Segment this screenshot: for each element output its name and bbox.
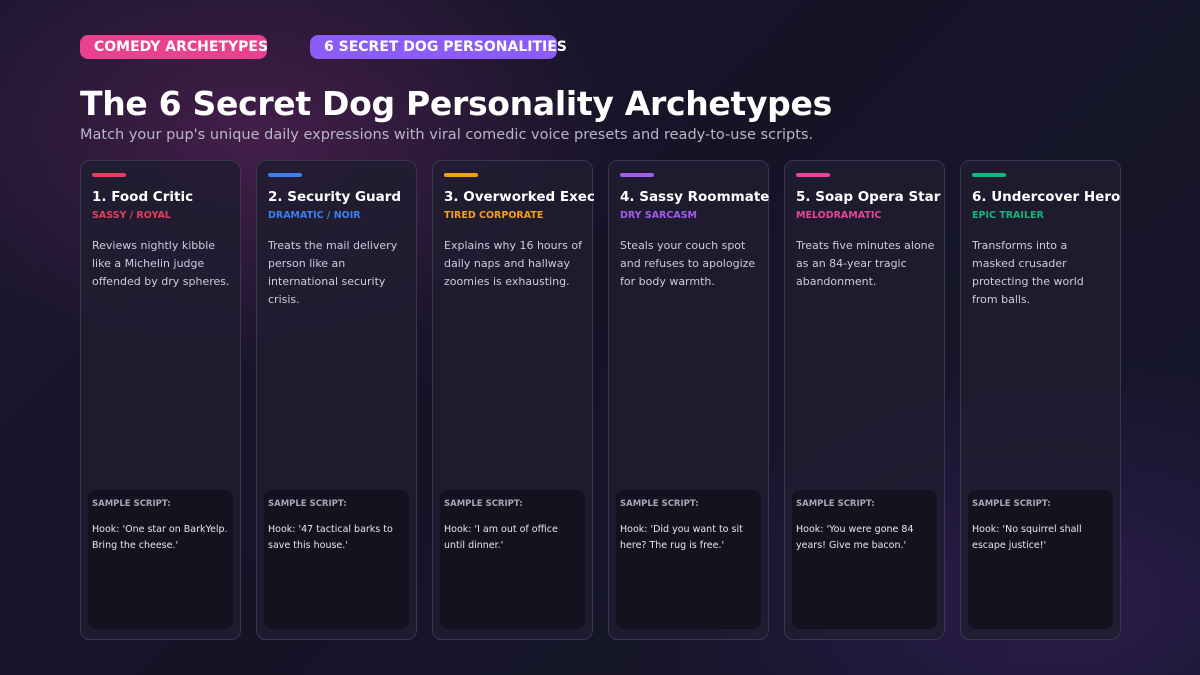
sample-script-text: Hook: 'You were gone 84 years! Give me b… — [796, 524, 914, 551]
archetype-title: 1. Food Critic — [92, 189, 194, 205]
sample-script-text: Hook: 'One star on BarkYelp. Bring the c… — [92, 524, 228, 551]
archetype-tag: DRAMATIC / NOIR — [268, 210, 361, 221]
archetype-tag: EPIC TRAILER — [972, 210, 1044, 221]
archetype-card-security-guard: 2. Security Guard DRAMATIC / NOIR Treats… — [256, 160, 417, 640]
sample-script-text: Hook: 'I am out of office until dinner.' — [444, 524, 558, 551]
accent-bar — [972, 173, 1006, 177]
archetype-title: 3. Overworked Exec — [444, 189, 595, 205]
sample-script-label: SAMPLE SCRIPT: — [796, 499, 875, 509]
archetype-card-overworked-exec: 3. Overworked Exec TIRED CORPORATE Expla… — [432, 160, 595, 640]
page-subtitle: Match your pup's unique daily expression… — [80, 127, 814, 143]
accent-bar — [268, 173, 302, 177]
archetype-card-sassy-roommate: 4. Sassy Roommate DRY SARCASM Steals you… — [608, 160, 769, 640]
archetype-tag: SASSY / ROYAL — [92, 210, 171, 221]
sample-script-label: SAMPLE SCRIPT: — [620, 499, 699, 509]
sample-script-label: SAMPLE SCRIPT: — [268, 499, 347, 509]
sample-script-label: SAMPLE SCRIPT: — [972, 499, 1051, 509]
archetype-description: Treats five minutes alone as an 84-year … — [796, 239, 935, 288]
archetype-description: Reviews nightly kibble like a Michelin j… — [92, 239, 230, 288]
archetype-card-undercover-hero: 6. Undercover Hero EPIC TRAILER Transfor… — [960, 160, 1121, 640]
sample-script-box: SAMPLE SCRIPT: Hook: 'Did you want to si… — [616, 490, 761, 629]
sample-script-box: SAMPLE SCRIPT: Hook: '47 tactical barks … — [264, 490, 409, 629]
accent-bar — [620, 173, 654, 177]
sample-script-label: SAMPLE SCRIPT: — [444, 499, 523, 509]
archetype-description: Treats the mail delivery person like an … — [268, 239, 398, 306]
archetype-description: Explains why 16 hours of daily naps and … — [444, 239, 582, 288]
secret-personalities-badge: 6 SECRET DOG PERSONALITIES — [310, 35, 567, 59]
sample-script-label: SAMPLE SCRIPT: — [92, 499, 171, 509]
accent-bar — [444, 173, 478, 177]
archetype-card-food-critic: 1. Food Critic SASSY / ROYAL Reviews nig… — [80, 160, 241, 640]
archetype-tag: MELODRAMATIC — [796, 210, 882, 221]
archetype-title: 6. Undercover Hero — [972, 189, 1121, 205]
sample-script-box: SAMPLE SCRIPT: Hook: 'You were gone 84 y… — [792, 490, 937, 629]
archetype-title: 2. Security Guard — [268, 189, 402, 205]
accent-bar — [796, 173, 830, 177]
archetype-card-soap-opera-star: 5. Soap Opera Star MELODRAMATIC Treats f… — [784, 160, 945, 640]
archetype-title: 5. Soap Opera Star — [796, 189, 941, 205]
sample-script-box: SAMPLE SCRIPT: Hook: 'One star on BarkYe… — [88, 490, 233, 629]
archetype-title: 4. Sassy Roommate — [620, 189, 770, 205]
sample-script-text: Hook: '47 tactical barks to save this ho… — [268, 524, 393, 551]
archetype-tag: DRY SARCASM — [620, 210, 697, 221]
page-title: The 6 Secret Dog Personality Archetypes — [80, 84, 832, 123]
archetype-tag: TIRED CORPORATE — [444, 210, 544, 221]
sample-script-text: Hook: 'No squirrel shall escape justice!… — [972, 524, 1082, 551]
sample-script-box: SAMPLE SCRIPT: Hook: 'I am out of office… — [440, 490, 585, 629]
sample-script-box: SAMPLE SCRIPT: Hook: 'No squirrel shall … — [968, 490, 1113, 629]
comedy-archetypes-badge: COMEDY ARCHETYPES — [80, 35, 268, 59]
sample-script-text: Hook: 'Did you want to sit here? The rug… — [620, 524, 743, 551]
archetype-description: Transforms into a masked crusader protec… — [972, 239, 1084, 306]
accent-bar — [92, 173, 126, 177]
archetype-description: Steals your couch spot and refuses to ap… — [620, 239, 756, 288]
